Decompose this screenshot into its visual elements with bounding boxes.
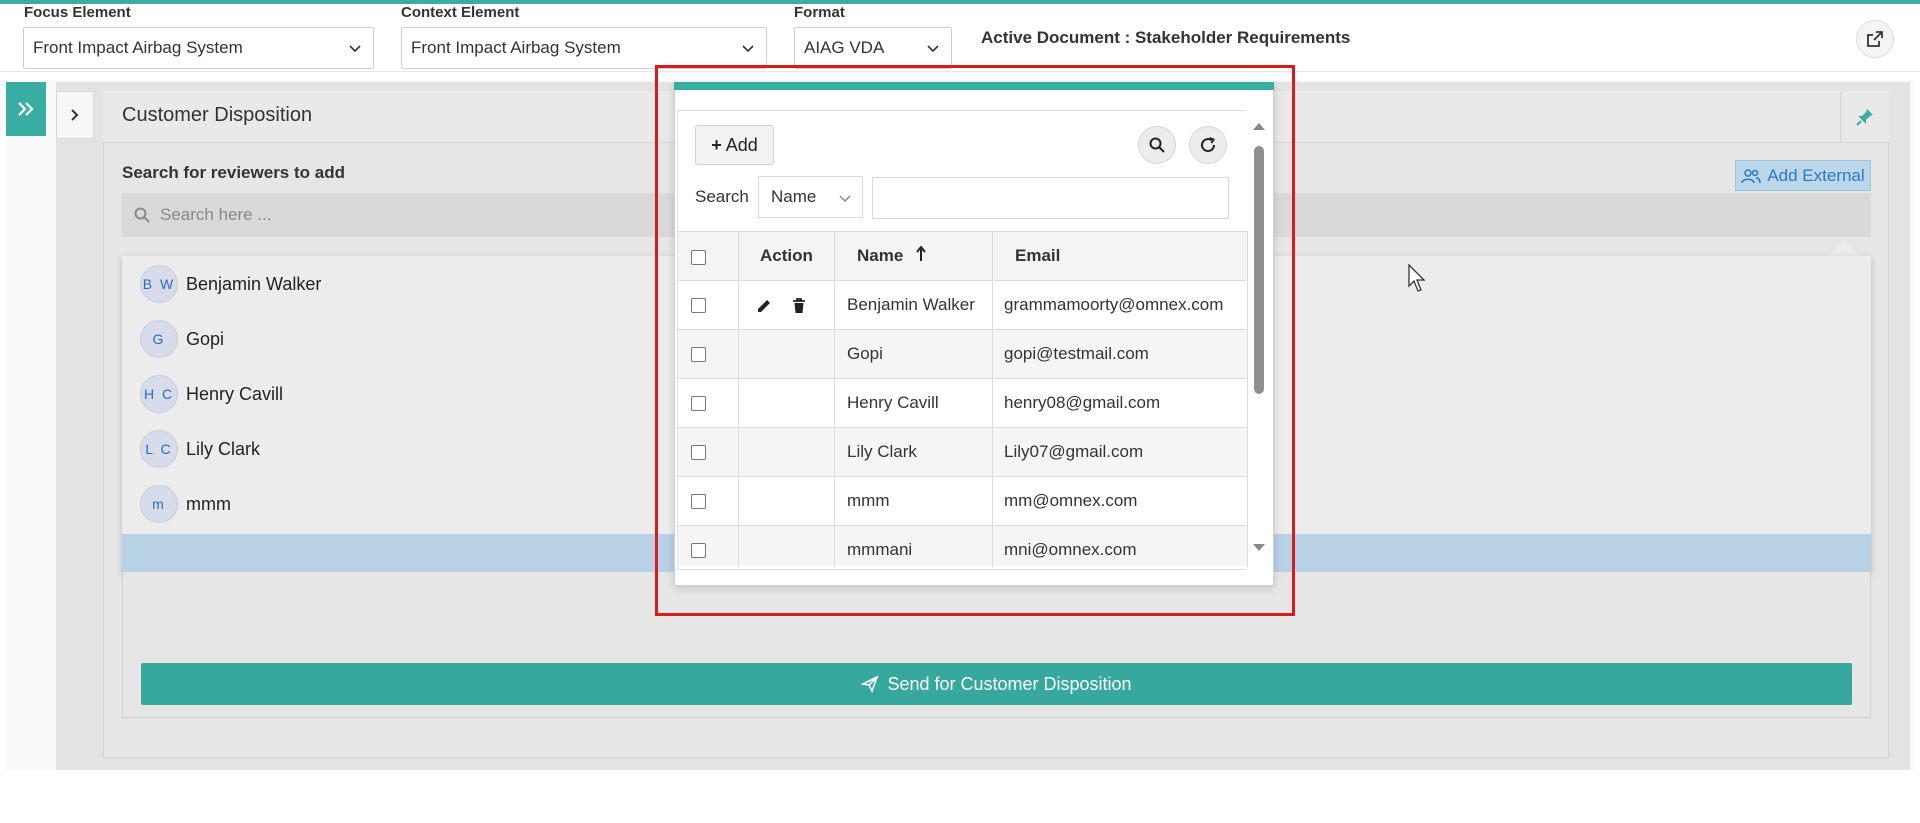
open-external-button[interactable]: [1856, 20, 1894, 58]
dropdown-caret: [1828, 240, 1860, 256]
dropdown-item-name: Benjamin Walker: [186, 273, 322, 294]
chevron-down-icon: [927, 45, 939, 53]
dropdown-item-name: mmm: [186, 493, 231, 514]
highlight-frame: [655, 65, 1295, 616]
chevron-down-icon: [349, 45, 361, 53]
avatar: L C: [140, 430, 178, 468]
dropdown-item-name: Gopi: [186, 328, 225, 349]
dropdown-item[interactable]: G Gopi: [140, 319, 224, 359]
focus-element-select[interactable]: Front Impact Airbag System: [23, 27, 374, 69]
send-button-label: Send for Customer Disposition: [887, 673, 1132, 694]
avatar: m: [140, 485, 178, 523]
search-icon: [134, 207, 150, 223]
users-icon: [1741, 168, 1762, 183]
focus-element-label: Focus Element: [24, 4, 131, 21]
focus-element-value: Front Impact Airbag System: [33, 38, 243, 57]
mouse-cursor-icon: [1408, 264, 1426, 292]
context-element-value: Front Impact Airbag System: [411, 38, 621, 57]
context-element-select[interactable]: Front Impact Airbag System: [401, 27, 767, 69]
add-external-button[interactable]: Add External: [1735, 160, 1871, 191]
dropdown-item[interactable]: m mmm: [140, 484, 231, 524]
avatar: B W: [140, 265, 178, 303]
avatar: G: [140, 320, 178, 358]
chevron-down-icon: [742, 45, 754, 53]
add-external-label: Add External: [1767, 165, 1865, 185]
top-bar: Focus Element Front Impact Airbag System…: [0, 0, 1920, 72]
collapse-button[interactable]: [56, 91, 94, 139]
context-element-label: Context Element: [401, 4, 520, 21]
send-for-customer-disposition-button[interactable]: Send for Customer Disposition: [141, 663, 1852, 705]
chevron-right-icon: [71, 109, 79, 121]
external-link-icon: [1867, 31, 1883, 47]
dropdown-item-name: Henry Cavill: [186, 383, 284, 404]
active-document: Active Document : Stakeholder Requiremen…: [981, 28, 1351, 47]
dropdown-item[interactable]: B W Benjamin Walker: [140, 264, 321, 304]
search-reviewers-label: Search for reviewers to add: [122, 163, 345, 182]
dropdown-item-name: Lily Clark: [186, 438, 261, 459]
format-label: Format: [794, 4, 845, 21]
pin-icon: [1855, 109, 1873, 126]
avatar: H C: [140, 375, 178, 413]
send-icon: [861, 675, 879, 693]
format-select[interactable]: AIAG VDA: [794, 27, 952, 69]
card-title: Customer Disposition: [122, 104, 313, 126]
double-chevron-right-icon: [18, 102, 34, 116]
format-value: AIAG VDA: [804, 38, 885, 57]
pin-button[interactable]: [1840, 92, 1888, 142]
dropdown-item[interactable]: L C Lily Clark: [140, 429, 260, 469]
dropdown-item[interactable]: H C Henry Cavill: [140, 374, 283, 414]
reviewer-search-placeholder: Search here ...: [160, 205, 272, 224]
expand-sidebar-button[interactable]: [6, 82, 46, 136]
